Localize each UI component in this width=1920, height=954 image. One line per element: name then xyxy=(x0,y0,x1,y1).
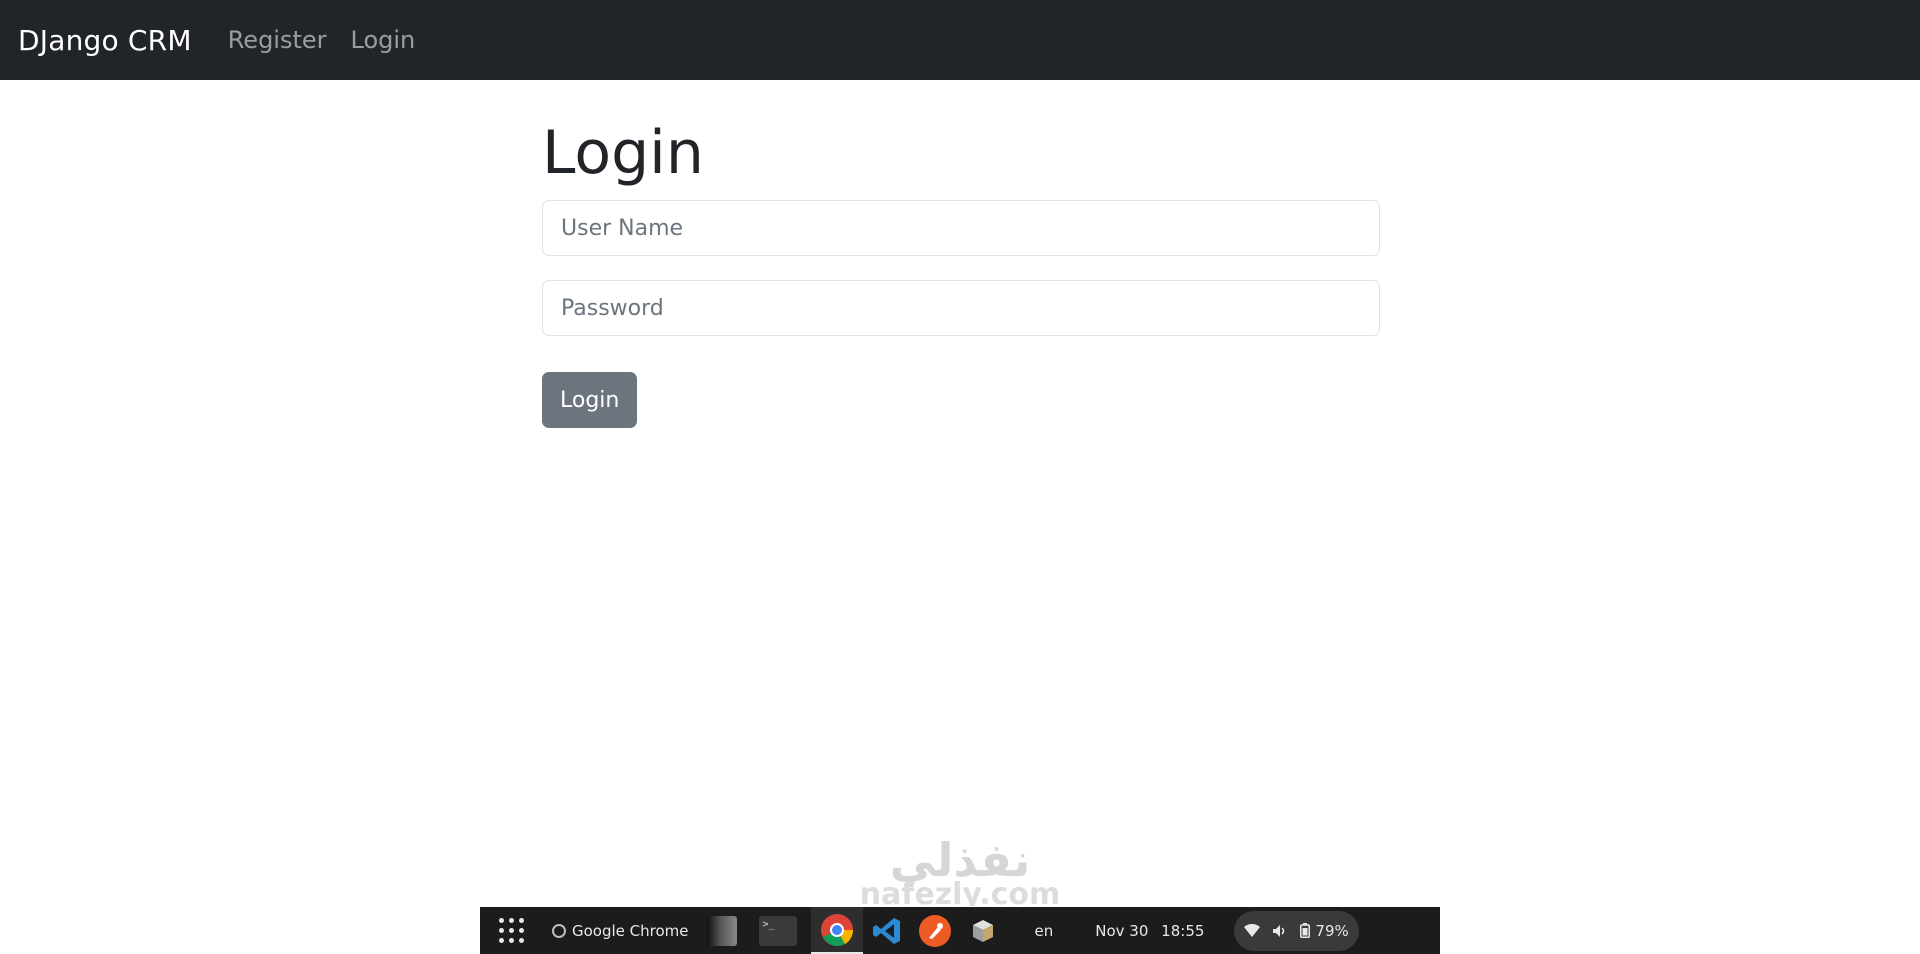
login-form: Login xyxy=(542,200,1380,428)
watermark-latin: nafezly.com xyxy=(860,877,1061,906)
page-title: Login xyxy=(542,118,704,188)
apps-grid-button[interactable] xyxy=(480,907,542,954)
postman-icon xyxy=(918,914,951,947)
active-app-label[interactable]: Google Chrome xyxy=(542,907,699,954)
clock[interactable]: Nov 30 18:55 xyxy=(1095,922,1204,940)
chrome-dock-item[interactable] xyxy=(810,907,863,954)
keyboard-language[interactable]: en xyxy=(1035,922,1054,940)
vscode-icon xyxy=(872,917,900,944)
active-app-name: Google Chrome xyxy=(572,921,689,940)
battery-icon xyxy=(1300,923,1311,938)
battery-level: 79% xyxy=(1315,921,1349,940)
top-navbar: DJango CRM Register Login xyxy=(0,0,1920,80)
watermark-logo: نفذلي nafezly.com xyxy=(860,836,1061,906)
taskbar: Google Chrome >_ en Nov 30 18:55 79% xyxy=(480,907,1440,954)
terminal-window-thumbnail[interactable]: >_ xyxy=(758,915,797,946)
box-dock-item[interactable] xyxy=(964,912,1002,950)
box-icon xyxy=(972,919,993,942)
system-tray[interactable]: 79% xyxy=(1234,910,1359,951)
watermark-arabic: نفذلي xyxy=(890,836,1031,887)
postman-dock-item[interactable] xyxy=(916,912,954,950)
terminal-glyph: >_ xyxy=(762,918,775,930)
apps-grid-icon xyxy=(498,918,524,943)
window-thumbnail[interactable] xyxy=(706,915,737,946)
nav-link-login[interactable]: Login xyxy=(351,26,416,54)
volume-icon xyxy=(1272,924,1288,938)
login-container: Login Login xyxy=(542,118,1380,428)
nav-link-register[interactable]: Register xyxy=(228,26,327,54)
navbar-brand[interactable]: DJango CRM xyxy=(18,24,192,57)
username-input[interactable] xyxy=(542,200,1380,256)
password-input[interactable] xyxy=(542,280,1380,336)
wifi-icon xyxy=(1244,923,1261,938)
vscode-dock-item[interactable] xyxy=(868,912,906,950)
clock-time: 18:55 xyxy=(1161,921,1205,940)
chrome-icon xyxy=(820,913,853,946)
login-button[interactable]: Login xyxy=(542,372,638,428)
chrome-mini-icon xyxy=(552,923,566,938)
clock-date: Nov 30 xyxy=(1095,921,1149,940)
